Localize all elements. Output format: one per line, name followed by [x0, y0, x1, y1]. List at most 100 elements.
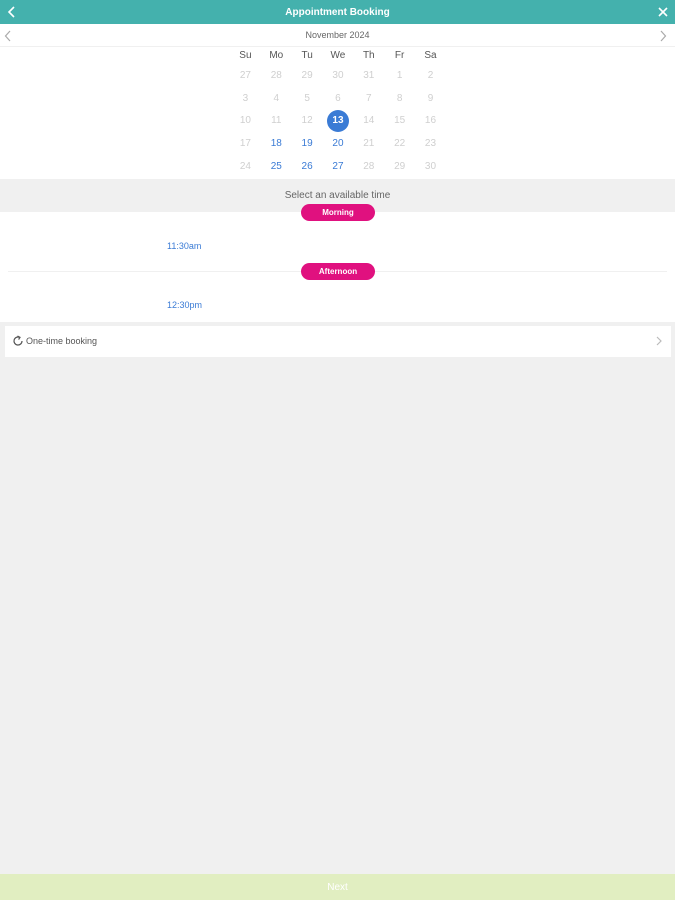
day-number: 22 [394, 138, 406, 150]
chevron-right-icon [656, 336, 662, 346]
day-number: 4 [273, 92, 280, 104]
day-number: 26 [301, 160, 313, 172]
calendar-day: 10 [230, 110, 261, 133]
chevron-left-icon [7, 6, 15, 18]
calendar-day: 28 [353, 155, 384, 178]
calendar-day: 17 [230, 132, 261, 155]
day-number: 12 [301, 115, 313, 127]
calendar-day: 30 [415, 155, 446, 178]
calendar-week: 24 25 26 27 28 29 30 [230, 155, 446, 178]
day-number: 29 [394, 160, 406, 172]
booking-type-row[interactable]: One-time booking [5, 326, 671, 357]
day-number: 16 [424, 115, 437, 127]
day-number: 30 [332, 69, 344, 81]
calendar-day: 29 [292, 64, 323, 87]
day-number: 3 [242, 92, 249, 104]
calendar-day: 12 [292, 110, 323, 133]
day-number: 13 [326, 109, 349, 132]
day-number: 27 [332, 160, 344, 172]
day-number: 17 [239, 138, 251, 150]
calendar-day: 31 [353, 64, 384, 87]
close-button[interactable] [655, 4, 671, 20]
morning-pill: Morning [301, 204, 375, 221]
day-number: 2 [427, 69, 434, 81]
calendar-day: 9 [415, 87, 446, 110]
afternoon-pill: Afternoon [301, 263, 375, 280]
refresh-icon [13, 335, 23, 346]
weekday-label: Tu [301, 50, 313, 61]
calendar-day: 16 [415, 110, 446, 133]
day-number: 29 [301, 69, 313, 81]
calendar-day: 7 [353, 87, 384, 110]
day-number: 30 [424, 160, 437, 172]
weekday-label: Sa [424, 50, 437, 61]
calendar-week: 3 4 5 6 7 8 9 [230, 87, 446, 110]
calendar-day: 30 [323, 64, 354, 87]
day-number: 6 [335, 92, 341, 104]
day-number: 21 [363, 138, 375, 150]
calendar-day: 24 [230, 155, 261, 178]
calendar-day: 2 [415, 64, 446, 87]
selected-day[interactable]: 13 [323, 109, 354, 133]
calendar-day[interactable]: 27 [323, 155, 354, 178]
day-number: 7 [366, 92, 372, 104]
calendar-day[interactable]: 25 [261, 155, 292, 178]
afternoon-label: Afternoon [318, 267, 358, 276]
day-number: 23 [424, 138, 437, 150]
weekday-label: Mo [269, 50, 284, 61]
next-button[interactable]: Next [0, 874, 675, 900]
calendar-day: 8 [384, 87, 415, 110]
calendar-day: 3 [230, 87, 261, 110]
back-button[interactable] [4, 4, 20, 20]
day-number: 1 [396, 69, 403, 81]
day-number: 24 [239, 160, 251, 172]
calendar-day: 1 [384, 64, 415, 87]
calendar-day: 27 [230, 64, 261, 87]
day-number: 14 [363, 115, 375, 127]
calendar-day: 6 [323, 87, 354, 110]
day-grid: 27 28 29 30 31 1 2 3 4 5 6 7 8 9 10 11 12 13 14 15 16 17 18 19 2… [230, 64, 446, 178]
day-number: 5 [304, 92, 310, 104]
time-slot-morning[interactable]: 11:30am [167, 241, 201, 251]
weekday-label: Fr [394, 50, 405, 61]
day-number: 25 [270, 160, 282, 172]
header-bar: Appointment Booking [0, 0, 675, 24]
calendar-day[interactable]: 19 [292, 132, 323, 155]
calendar-week: 17 18 19 20 21 22 23 [230, 132, 446, 155]
month-label: November 2024 [305, 30, 370, 40]
day-number: 15 [394, 115, 406, 127]
calendar: November 2024 Su Mo Tu We Th Fr Sa 27 28 2… [0, 24, 675, 179]
booking-type-label: One-time booking [26, 336, 98, 346]
weekday-header: Su Mo Tu We Th Fr Sa [230, 50, 446, 64]
calendar-day: 22 [384, 132, 415, 155]
day-number: 28 [270, 69, 282, 81]
weekday-label: Su [239, 50, 252, 61]
calendar-day[interactable]: 26 [292, 155, 323, 178]
calendar-day: 5 [292, 87, 323, 110]
calendar-day: 11 [261, 110, 292, 133]
day-number: 18 [270, 138, 282, 150]
calendar-week: 10 11 12 13 14 15 16 [230, 109, 446, 133]
calendar-week: 27 28 29 30 31 1 2 [230, 64, 446, 87]
time-slot-afternoon[interactable]: 12:30pm [167, 300, 202, 310]
day-number: 9 [427, 92, 434, 104]
day-number: 11 [271, 115, 282, 127]
calendar-day: 4 [261, 87, 292, 110]
calendar-day: 29 [384, 155, 415, 178]
month-navigation: November 2024 [0, 24, 675, 47]
day-number: 28 [363, 160, 375, 172]
calendar-day: 23 [415, 132, 446, 155]
day-number: 27 [239, 69, 251, 81]
morning-label: Morning [322, 208, 354, 217]
time-slot-panel: Morning 11:30am Afternoon 12:30pm [0, 204, 675, 322]
calendar-day: 15 [384, 110, 415, 133]
next-month-button[interactable] [659, 29, 671, 43]
calendar-day[interactable]: 20 [323, 132, 354, 155]
calendar-day: 28 [261, 64, 292, 87]
calendar-day: 14 [353, 110, 384, 133]
day-number: 20 [332, 138, 344, 150]
day-number: 19 [301, 138, 313, 150]
day-number: 10 [239, 115, 251, 127]
weekday-label: Th [362, 50, 375, 61]
calendar-day[interactable]: 18 [261, 132, 292, 155]
